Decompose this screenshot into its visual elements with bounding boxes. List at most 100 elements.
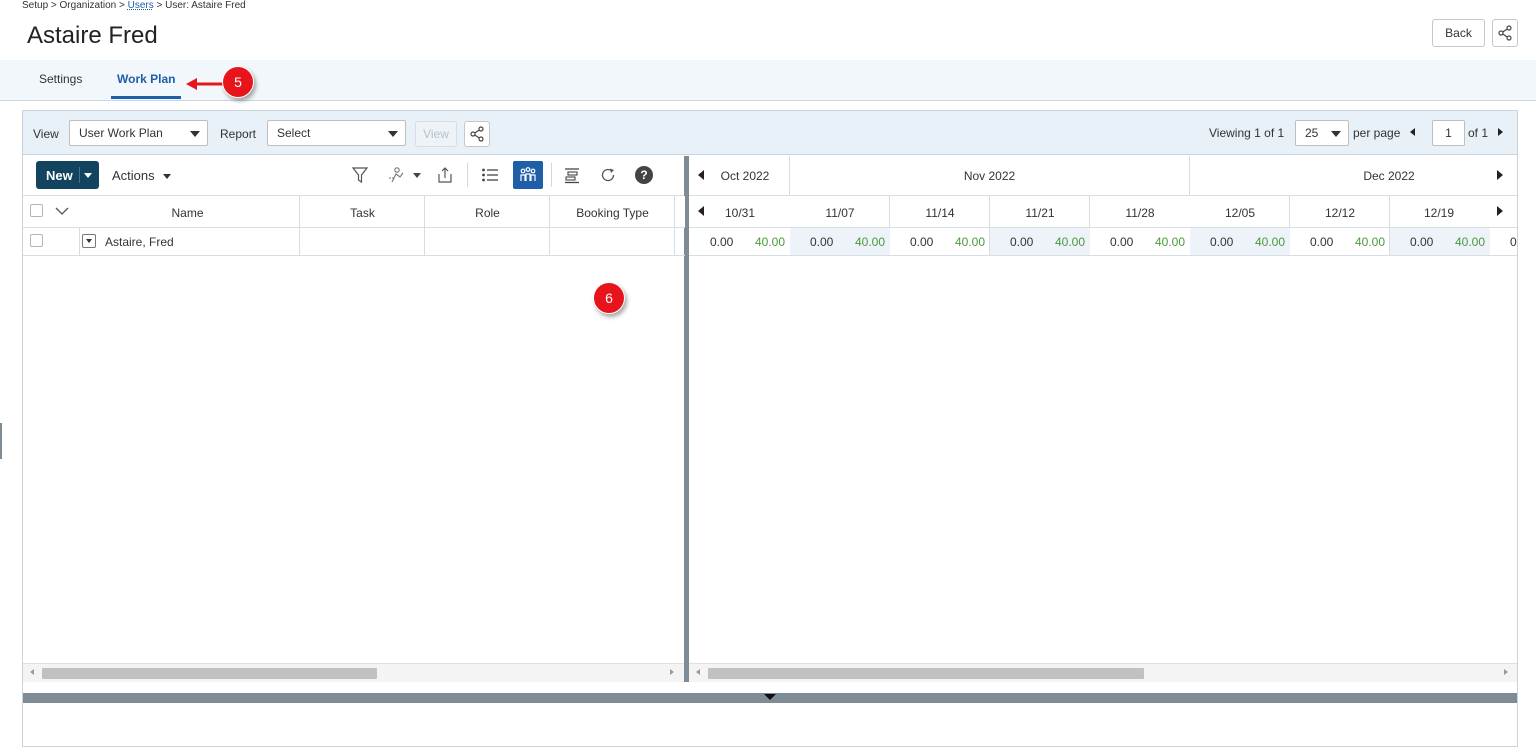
week-header: 12/05 bbox=[1224, 206, 1256, 220]
scroll-right-arrow[interactable] bbox=[1504, 669, 1508, 675]
assign-menu-button[interactable] bbox=[385, 165, 423, 185]
column-header-name[interactable]: Name bbox=[75, 206, 300, 220]
allocated-value: 0.00 bbox=[1310, 235, 1334, 249]
viewing-range: 1 of 1 bbox=[1254, 126, 1285, 140]
chevron-down-icon bbox=[190, 131, 200, 137]
breadcrumb-users-link[interactable]: Users bbox=[128, 0, 154, 11]
column-header-role[interactable]: Role bbox=[425, 206, 550, 220]
actions-menu[interactable]: Actions bbox=[112, 168, 172, 183]
gantt-scroll-right-button[interactable] bbox=[1497, 170, 1503, 180]
side-panel-handle[interactable] bbox=[0, 423, 2, 459]
caret-left-icon bbox=[698, 206, 704, 216]
week-scroll-right-button[interactable] bbox=[1497, 206, 1503, 216]
report-label: Report bbox=[220, 127, 257, 141]
week-scroll-left-button[interactable] bbox=[698, 206, 704, 216]
page-title: Astaire Fred bbox=[27, 22, 158, 49]
next-page-button[interactable] bbox=[1498, 128, 1503, 136]
list-view-icon bbox=[482, 168, 498, 182]
new-button-divider bbox=[79, 167, 80, 183]
caret-right-icon bbox=[1497, 170, 1503, 180]
new-button-label: New bbox=[46, 167, 73, 183]
prev-page-button[interactable] bbox=[1410, 128, 1415, 136]
viewing-prefix: Viewing bbox=[1209, 126, 1251, 140]
page-number-input[interactable]: 1 bbox=[1432, 120, 1465, 146]
report-select[interactable]: Select bbox=[267, 120, 406, 146]
scroll-right-arrow[interactable] bbox=[670, 669, 674, 675]
gantt-view-icon bbox=[520, 167, 536, 181]
grid-horizontal-scrollbar[interactable] bbox=[23, 663, 684, 682]
allocated-value: 0.00 bbox=[1110, 235, 1134, 249]
annotation-badge-6: 6 bbox=[593, 282, 625, 314]
share-button[interactable] bbox=[1492, 19, 1518, 47]
column-header-task[interactable]: Task bbox=[300, 206, 425, 220]
scroll-left-arrow[interactable] bbox=[696, 669, 700, 675]
caret-left-icon bbox=[696, 669, 700, 675]
list-view-button[interactable] bbox=[480, 165, 500, 185]
view-select-value: User Work Plan bbox=[79, 126, 163, 140]
row-name[interactable]: Astaire, Fred bbox=[105, 235, 174, 249]
tab-settings[interactable]: Settings bbox=[39, 72, 82, 86]
per-page-select[interactable]: 25 bbox=[1295, 120, 1349, 146]
capacity-value: 40.00 bbox=[1255, 235, 1286, 249]
caret-left-icon bbox=[698, 170, 704, 180]
chevron-down-icon bbox=[413, 172, 421, 178]
allocated-value: 0 bbox=[1510, 235, 1517, 249]
gantt-view-button[interactable] bbox=[513, 161, 543, 189]
week-header: 12/19 bbox=[1423, 206, 1455, 220]
refresh-icon bbox=[601, 168, 615, 182]
chevron-down-icon bbox=[55, 207, 69, 215]
tab-work-plan[interactable]: Work Plan bbox=[117, 72, 175, 86]
month-oct: Oct 2022 bbox=[720, 169, 770, 183]
detail-pane-toggle-bar[interactable] bbox=[23, 693, 1517, 703]
scrollbar-thumb[interactable] bbox=[708, 668, 1144, 679]
share-icon bbox=[1498, 25, 1512, 41]
capacity-value: 40.00 bbox=[855, 235, 886, 249]
annotation-arrow-icon bbox=[186, 78, 223, 90]
caret-right-icon bbox=[1498, 128, 1503, 136]
new-button[interactable]: New bbox=[36, 161, 99, 189]
assign-icon bbox=[389, 167, 404, 183]
filter-button[interactable] bbox=[350, 165, 370, 185]
gantt-horizontal-scrollbar[interactable] bbox=[689, 663, 1517, 682]
week-header: 11/21 bbox=[1025, 206, 1055, 220]
breadcrumb: Setup > Organization > Users > User: Ast… bbox=[22, 0, 246, 11]
select-all-checkbox[interactable] bbox=[30, 204, 43, 217]
toolbar-divider bbox=[551, 163, 552, 187]
chevron-down-icon bbox=[86, 239, 92, 243]
chevron-down-icon bbox=[1331, 131, 1341, 137]
chevron-down-icon[interactable] bbox=[84, 173, 92, 178]
page-number-value: 1 bbox=[1445, 126, 1452, 140]
week-header: 11/28 bbox=[1125, 206, 1155, 220]
allocated-value: 0.00 bbox=[910, 235, 934, 249]
scrollbar-thumb[interactable] bbox=[42, 668, 377, 679]
refresh-button[interactable] bbox=[598, 165, 618, 185]
column-divider bbox=[79, 228, 80, 256]
row-expand-button[interactable] bbox=[82, 234, 96, 248]
help-button[interactable]: ? bbox=[635, 166, 653, 184]
caret-left-icon bbox=[1410, 128, 1415, 136]
view-report-button[interactable]: View bbox=[415, 121, 457, 147]
allocated-value: 0.00 bbox=[810, 235, 834, 249]
column-header-booking-type[interactable]: Booking Type bbox=[550, 206, 675, 220]
view-select[interactable]: User Work Plan bbox=[69, 120, 208, 146]
capacity-value: 40.00 bbox=[1455, 235, 1486, 249]
allocated-value: 0.00 bbox=[1410, 235, 1434, 249]
column-settings-button[interactable] bbox=[562, 165, 582, 185]
export-button[interactable] bbox=[435, 165, 455, 185]
annotation-badge-5: 5 bbox=[222, 66, 254, 98]
expand-all-button[interactable] bbox=[55, 204, 69, 218]
caret-right-icon bbox=[670, 669, 674, 675]
page-total: of 1 bbox=[1468, 126, 1489, 140]
month-nov: Nov 2022 bbox=[963, 169, 1016, 183]
back-button[interactable]: Back bbox=[1432, 19, 1485, 47]
active-tab-indicator bbox=[111, 96, 181, 99]
view-label: View bbox=[33, 127, 59, 141]
gantt-scroll-left-button[interactable] bbox=[698, 170, 704, 180]
share-view-button[interactable] bbox=[464, 121, 490, 147]
scroll-left-arrow[interactable] bbox=[30, 669, 34, 675]
capacity-value: 40.00 bbox=[1155, 235, 1186, 249]
row-checkbox[interactable] bbox=[30, 234, 43, 247]
toolbar-divider bbox=[467, 163, 468, 187]
export-icon bbox=[438, 167, 452, 183]
chevron-down-icon bbox=[764, 694, 776, 700]
